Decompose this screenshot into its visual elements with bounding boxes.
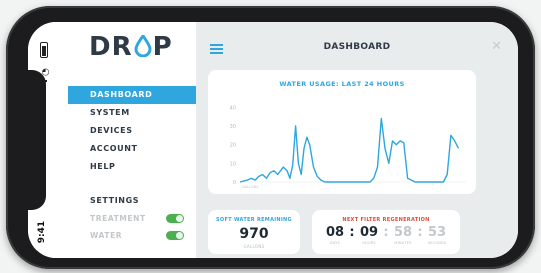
sidebar-item-devices[interactable]: DEVICES bbox=[68, 122, 196, 140]
y-tick-label: 40 bbox=[230, 105, 236, 111]
status-time: 9:41 bbox=[37, 220, 47, 244]
timer-minutes-value: 58 bbox=[393, 225, 413, 240]
main-content: DASHBOARD ✕ WATER USAGE: LAST 24 HOURS 0… bbox=[196, 22, 518, 258]
sidebar: DR P DASHBOARD SYSTEM DEVICES ACCOUNT HEL… bbox=[68, 22, 196, 258]
timer-seconds-value: 53 bbox=[427, 225, 447, 240]
phone-notch bbox=[20, 70, 46, 210]
y-axis-label: GALLONS bbox=[242, 185, 259, 189]
timer-seconds: 53 SECONDS bbox=[424, 225, 450, 245]
timer-seconds-label: SECONDS bbox=[427, 241, 447, 245]
regeneration-card: NEXT FILTER REGENERATION 08 DAYS : 09 HO… bbox=[312, 210, 460, 254]
y-tick-label: 10 bbox=[230, 161, 236, 167]
app-logo: DR P bbox=[89, 32, 173, 62]
timer-minutes: 58 MINUTES bbox=[390, 225, 416, 245]
timer-separator: : bbox=[383, 225, 389, 240]
sidebar-item-settings[interactable]: SETTINGS bbox=[68, 192, 196, 210]
phone-frame: ◔ 9:41 DR P DASHBOARD SYSTEM DEVICES ACCO… bbox=[6, 6, 535, 269]
water-usage-card: WATER USAGE: LAST 24 HOURS 0 10 20 30 40 GALL… bbox=[208, 70, 476, 194]
water-toggle-row: WATER bbox=[68, 227, 196, 244]
soft-water-value: 970 bbox=[239, 226, 269, 242]
water-toggle[interactable] bbox=[166, 231, 184, 240]
top-bar: DASHBOARD ✕ bbox=[196, 22, 518, 68]
regeneration-title: NEXT FILTER REGENERATION bbox=[342, 217, 430, 223]
water-drop-icon bbox=[134, 33, 152, 58]
regeneration-timer: 08 DAYS : 09 HOURS : 58 MINUTES : 53 SEC… bbox=[312, 225, 460, 245]
page-title: DASHBOARD bbox=[323, 42, 391, 52]
water-usage-chart: 0 10 20 30 40 GALLONS bbox=[230, 105, 466, 189]
sidebar-item-system[interactable]: SYSTEM bbox=[68, 104, 196, 122]
timer-separator: : bbox=[349, 225, 355, 240]
timer-hours: 09 HOURS bbox=[356, 225, 382, 245]
sidebar-nav: DASHBOARD SYSTEM DEVICES ACCOUNT HELP bbox=[68, 86, 196, 176]
timer-days: 08 DAYS bbox=[322, 225, 348, 245]
treatment-toggle[interactable] bbox=[166, 214, 184, 223]
close-icon[interactable]: ✕ bbox=[491, 39, 502, 54]
battery-icon bbox=[40, 42, 48, 58]
settings-section: SETTINGS TREATMENT WATER bbox=[68, 192, 196, 244]
logo-text-start: DR bbox=[89, 32, 133, 62]
screen: ◔ 9:41 DR P DASHBOARD SYSTEM DEVICES ACCO… bbox=[28, 22, 518, 258]
timer-days-value: 08 bbox=[325, 225, 345, 240]
treatment-toggle-row: TREATMENT bbox=[68, 210, 196, 227]
soft-water-unit: GALLONS bbox=[243, 244, 265, 249]
timer-hours-value: 09 bbox=[359, 225, 379, 240]
sidebar-item-account[interactable]: ACCOUNT bbox=[68, 140, 196, 158]
logo-text-end: P bbox=[152, 32, 173, 62]
water-toggle-label: WATER bbox=[90, 231, 123, 240]
treatment-toggle-label: TREATMENT bbox=[90, 214, 146, 223]
timer-hours-label: HOURS bbox=[362, 241, 376, 245]
soft-water-title: SOFT WATER REMAINING bbox=[216, 217, 292, 223]
sidebar-item-help[interactable]: HELP bbox=[68, 158, 196, 176]
timer-minutes-label: MINUTES bbox=[394, 241, 412, 245]
y-tick-label: 0 bbox=[233, 180, 236, 186]
timer-separator: : bbox=[417, 225, 423, 240]
usage-series-line bbox=[239, 117, 460, 183]
sidebar-item-dashboard[interactable]: DASHBOARD bbox=[68, 86, 196, 104]
timer-days-label: DAYS bbox=[330, 241, 340, 245]
y-tick-label: 30 bbox=[230, 124, 236, 130]
soft-water-card: SOFT WATER REMAINING 970 GALLONS bbox=[208, 210, 300, 254]
y-tick-label: 20 bbox=[230, 143, 236, 149]
